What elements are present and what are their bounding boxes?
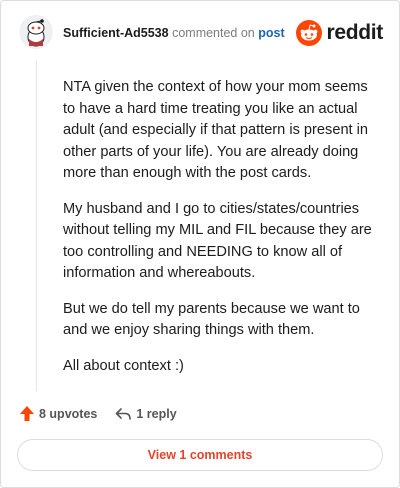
reply-button[interactable]: 1 reply xyxy=(115,406,177,421)
reddit-logo[interactable]: reddit xyxy=(296,20,383,46)
upvote-arrow-icon[interactable] xyxy=(19,405,35,422)
commented-on-text: commented on xyxy=(172,26,255,40)
upvote-count: 8 upvotes xyxy=(39,406,98,421)
reddit-logo-icon xyxy=(296,20,323,46)
thread-line xyxy=(36,61,37,391)
comment-body: NTA given the context of how your mom se… xyxy=(63,77,383,391)
comment-actions: 8 upvotes 1 reply xyxy=(19,405,177,422)
comment-header: Sufficient-Ad5538 commented on post redd… xyxy=(1,1,399,61)
comment-card: Sufficient-Ad5538 commented on post redd… xyxy=(0,0,400,488)
author-name[interactable]: Sufficient-Ad5538 xyxy=(63,26,169,40)
reply-count: 1 reply xyxy=(136,406,177,421)
author-line: Sufficient-Ad5538 commented on post xyxy=(63,26,285,40)
reddit-wordmark: reddit xyxy=(326,21,383,44)
snoo-avatar-icon[interactable] xyxy=(19,15,53,49)
comment-paragraph: But we do tell my parents because we wan… xyxy=(63,300,360,339)
post-link[interactable]: post xyxy=(258,26,284,40)
comment-paragraph: All about context :) xyxy=(63,357,184,374)
comment-paragraph: NTA given the context of how your mom se… xyxy=(63,79,369,181)
comment-paragraph: My husband and I go to cities/states/cou… xyxy=(63,200,372,282)
view-comments-button[interactable]: View 1 comments xyxy=(17,439,383,471)
reply-arrow-icon xyxy=(115,407,132,421)
